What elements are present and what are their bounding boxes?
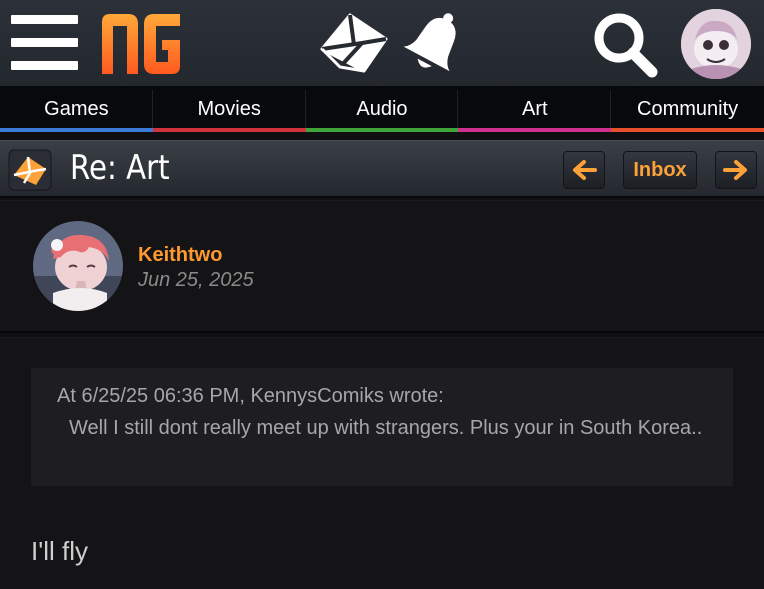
top-bar	[0, 0, 764, 86]
tab-color-bar	[0, 128, 153, 132]
search-icon[interactable]	[589, 10, 661, 78]
quote-citation: At 6/25/25 06:36 PM, KennysComiks wrote:	[57, 385, 444, 407]
tab-color-bar	[152, 128, 306, 132]
pm-envelope-icon	[8, 149, 52, 191]
inbox-button[interactable]: Inbox	[623, 151, 697, 189]
quote-block: At 6/25/25 06:36 PM, KennysComiks wrote:…	[31, 368, 733, 486]
previous-message-button[interactable]	[563, 151, 605, 189]
tab-color-bar	[305, 128, 459, 132]
tab-color-bar	[611, 128, 764, 132]
quote-text: Well I still dont really meet up with st…	[69, 417, 703, 439]
nav-tab-art[interactable]: Art	[458, 86, 612, 132]
newgrounds-logo[interactable]	[100, 10, 184, 76]
post-date: Jun 25, 2025	[138, 269, 254, 291]
page-title-bar: Re: Art Inbox	[0, 140, 764, 198]
author-avatar[interactable]	[33, 221, 123, 311]
author-username[interactable]: Keithtwo	[138, 244, 222, 267]
inbox-label: Inbox	[633, 158, 687, 181]
menu-icon[interactable]	[11, 15, 78, 71]
nav-tab-label: Art	[522, 97, 548, 120]
next-message-button[interactable]	[715, 151, 757, 189]
nav-tab-games[interactable]: Games	[0, 86, 153, 132]
page-title: Re: Art	[70, 148, 170, 188]
post-header: Keithtwo Jun 25, 2025	[0, 200, 764, 333]
nav-tab-movies[interactable]: Movies	[152, 86, 306, 132]
nav-tab-label: Audio	[356, 97, 408, 120]
notifications-bell-icon[interactable]	[403, 9, 467, 77]
nav-tab-community[interactable]: Community	[611, 86, 764, 132]
user-avatar[interactable]	[681, 9, 751, 79]
message-text: I'll fly	[31, 536, 88, 566]
private-messages-icon[interactable]	[318, 9, 390, 77]
nav-tab-label: Community	[637, 97, 739, 120]
arrow-left-icon	[573, 160, 597, 180]
section-nav: Games Movies Audio Art Community	[0, 86, 764, 132]
arrow-right-icon	[723, 160, 747, 180]
nav-tab-audio[interactable]: Audio	[305, 86, 459, 132]
nav-tab-label: Games	[44, 97, 109, 120]
tab-color-bar	[458, 128, 612, 132]
nav-tab-label: Movies	[197, 97, 261, 120]
post-body: At 6/25/25 06:36 PM, KennysComiks wrote:…	[0, 337, 764, 589]
